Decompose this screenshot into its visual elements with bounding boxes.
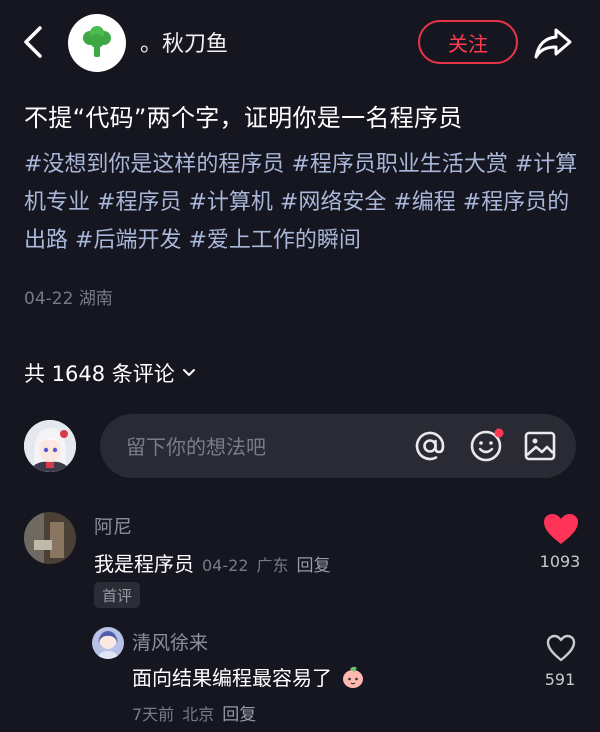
reply-meta: 7天前 北京 回复 (132, 700, 256, 725)
heart-filled-icon (544, 514, 578, 544)
chevron-left-icon (24, 26, 42, 58)
replier-avatar[interactable] (92, 627, 124, 659)
comment-date: 04-22 (202, 556, 249, 575)
replier-name[interactable]: 清风徐来 (132, 628, 208, 655)
share-icon (534, 28, 572, 59)
comment-count-toggle[interactable]: 共 1648 条评论 (24, 358, 197, 388)
reply-text: 面向结果编程最容易了 (132, 666, 332, 690)
photo-avatar-icon (24, 512, 76, 564)
comment-input-box[interactable] (100, 414, 576, 480)
hashtag-link[interactable]: #程序员职业生活大赏 (291, 152, 507, 177)
at-icon (415, 431, 445, 461)
anime-avatar-icon (92, 627, 124, 659)
share-button[interactable] (532, 22, 574, 64)
like-button[interactable] (542, 512, 582, 550)
like-count: 1093 (539, 552, 581, 571)
peach-emoji-icon (343, 666, 363, 688)
reply-location: 北京 (182, 705, 215, 724)
commenter-avatar[interactable] (24, 512, 76, 564)
hashtag-link[interactable]: #后端开发 (75, 228, 181, 253)
post-tags: #没想到你是这样的程序员 #程序员职业生活大赏 #计算机专业 #程序员 #计算机… (24, 146, 584, 260)
author-name[interactable]: 。秋刀鱼 (140, 26, 228, 58)
mention-button[interactable] (412, 428, 448, 464)
post-date: 04-22 (24, 289, 74, 309)
reply-reply-button[interactable]: 回复 (222, 700, 256, 725)
hashtag-link[interactable]: #爱上工作的瞬间 (188, 228, 360, 253)
current-user-avatar (24, 420, 76, 472)
anime-avatar-icon (24, 420, 76, 472)
hashtag-link[interactable]: #编程 (393, 190, 455, 215)
author-avatar[interactable] (68, 14, 126, 72)
reply-button[interactable]: 回复 (297, 551, 331, 576)
commenter-name[interactable]: 阿尼 (94, 512, 132, 539)
comment-text: 我是程序员 (94, 552, 194, 576)
reply-like-button[interactable] (545, 633, 579, 665)
comment-input[interactable] (124, 414, 388, 480)
hashtag-link[interactable]: #计算机 (188, 190, 272, 215)
hashtag-link[interactable]: #网络安全 (280, 190, 386, 215)
comment-count-label: 共 1648 条评论 (24, 362, 175, 386)
emoji-button[interactable] (468, 428, 504, 464)
comment-location: 广东 (256, 556, 289, 575)
emoji-icon (470, 428, 504, 462)
heart-outline-icon (546, 634, 576, 662)
post-location: 湖南 (78, 289, 113, 309)
chevron-down-icon (182, 369, 195, 377)
reply-date: 7天前 (132, 705, 175, 724)
comment-body: 我是程序员 04-22 广东 回复 (94, 548, 331, 577)
post-title: 不提“代码”两个字，证明你是一名程序员 (24, 104, 463, 132)
reply-text-row: 面向结果编程最容易了 (132, 662, 366, 691)
first-comment-badge: 首评 (94, 582, 141, 608)
broccoli-icon (83, 26, 111, 57)
image-icon (524, 431, 556, 461)
hashtag-link[interactable]: #没想到你是这样的程序员 (24, 152, 284, 177)
reply-like-count: 591 (544, 670, 576, 689)
follow-button[interactable]: 关注 (418, 20, 518, 64)
hashtag-link[interactable]: #程序员 (97, 190, 181, 215)
image-button[interactable] (522, 428, 558, 464)
back-button[interactable] (14, 22, 54, 62)
post-meta: 04-22 湖南 (24, 284, 113, 309)
